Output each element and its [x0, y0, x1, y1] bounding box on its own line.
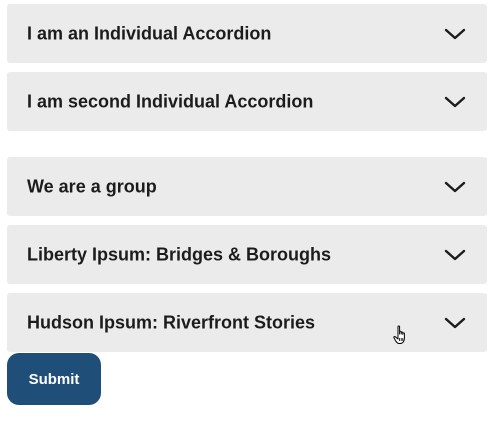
chevron-down-icon[interactable]: [444, 316, 466, 330]
chevron-down-icon[interactable]: [444, 248, 466, 262]
accordion-title: We are a group: [27, 176, 157, 196]
submit-button[interactable]: Submit: [7, 353, 101, 405]
accordion-title: I am second Individual Accordion: [27, 91, 314, 111]
accordion-individual-2[interactable]: I am second Individual Accordion: [7, 72, 487, 131]
hand-pointer-icon: [393, 325, 411, 345]
accordion-individual-1[interactable]: I am an Individual Accordion: [7, 4, 487, 63]
chevron-down-icon[interactable]: [444, 27, 466, 41]
accordion-group-header[interactable]: We are a group: [7, 157, 487, 216]
accordion-title: Liberty Ipsum: Bridges & Boroughs: [27, 244, 332, 264]
chevron-down-icon[interactable]: [444, 180, 466, 194]
chevron-down-icon[interactable]: [444, 95, 466, 109]
accordion-group-item-hudson[interactable]: Hudson Ipsum: Riverfront Stories: [7, 293, 487, 352]
accordion-group-item-liberty[interactable]: Liberty Ipsum: Bridges & Boroughs: [7, 225, 487, 284]
accordion-title: Hudson Ipsum: Riverfront Stories: [27, 312, 316, 332]
accordion-title: I am an Individual Accordion: [27, 23, 272, 43]
